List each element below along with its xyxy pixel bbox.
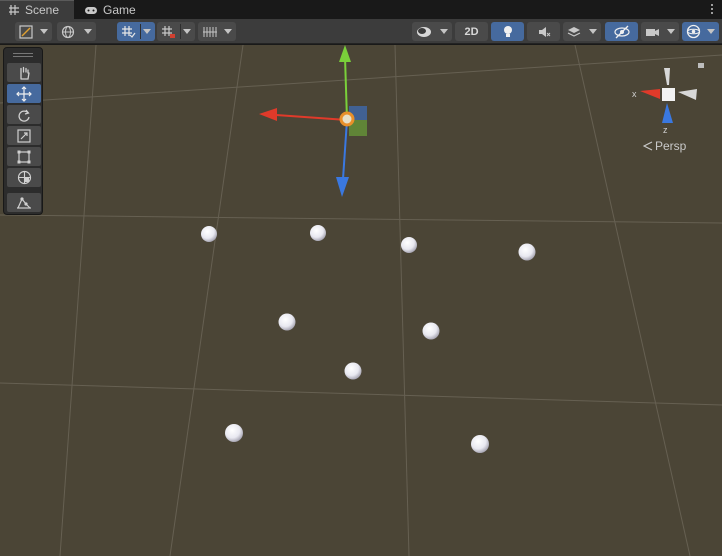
increment-snap-dropdown[interactable]: [157, 22, 195, 41]
grid-lines-icon: [203, 26, 217, 37]
sphere-8[interactable]: [225, 424, 243, 442]
rect-tool[interactable]: [7, 147, 41, 166]
custom-tool[interactable]: [7, 193, 41, 212]
tab-scene-label: Scene: [25, 3, 60, 17]
scene-toolbar: 2D: [0, 19, 722, 44]
chevron-down-icon: [707, 29, 715, 34]
custom-tool-icon: [17, 196, 31, 209]
grid-snapping-dropdown[interactable]: [117, 22, 155, 41]
render-mode-dropdown[interactable]: [412, 22, 452, 41]
rotate-icon: [18, 109, 30, 122]
chevron-down-icon: [440, 29, 448, 34]
eye-slash-icon: [613, 25, 630, 38]
grid-hash-icon: [9, 5, 19, 15]
chevron-down-icon: [667, 29, 675, 34]
gizmo-x-axis[interactable]: [275, 114, 348, 121]
chevron-down-icon: [143, 29, 151, 34]
gizmo-z-axis[interactable]: [342, 119, 348, 180]
gizmo-center[interactable]: [339, 111, 355, 127]
gizmo-up-cone[interactable]: [664, 68, 670, 85]
audio-toggle[interactable]: [527, 22, 560, 41]
sphere-9[interactable]: [471, 435, 489, 453]
window-tab-bar: Scene Game: [0, 0, 722, 19]
draw-mode-dropdown[interactable]: [15, 22, 52, 41]
rotate-tool[interactable]: [7, 105, 41, 124]
lighting-toggle[interactable]: [491, 22, 524, 41]
projection-toggle[interactable]: Persp: [643, 139, 686, 153]
divider: [180, 24, 181, 39]
shading-mode-icon: [19, 24, 33, 39]
mode-2d-label: 2D: [464, 25, 479, 38]
transform-icon: [17, 170, 31, 185]
sphere-6[interactable]: [422, 322, 440, 340]
sphere-4[interactable]: [518, 243, 536, 261]
gizmo-z-label: z: [663, 125, 668, 135]
speaker-icon: [538, 26, 550, 37]
gizmo-sphere-icon: [686, 24, 701, 39]
orientation-gizmo[interactable]: [640, 63, 704, 123]
sphere-3[interactable]: [401, 237, 417, 253]
sphere-5[interactable]: [278, 313, 296, 331]
more-options-icon[interactable]: [710, 3, 714, 15]
mode-2d-toggle[interactable]: 2D: [455, 22, 488, 41]
gizmo-z-arrow[interactable]: [336, 177, 349, 197]
gizmos-dropdown[interactable]: [682, 22, 719, 41]
chevron-down-icon: [84, 29, 92, 34]
gamepad-icon: [85, 6, 97, 14]
gizmo-left-cone[interactable]: [640, 89, 660, 99]
tab-game[interactable]: Game: [76, 0, 148, 19]
gizmo-center-cube[interactable]: [662, 88, 675, 101]
move-tool[interactable]: [7, 84, 41, 103]
hidden-objects-toggle[interactable]: [605, 22, 638, 41]
tab-game-label: Game: [103, 2, 136, 17]
chevron-down-icon: [224, 29, 232, 34]
gizmo-y-axis[interactable]: [344, 56, 348, 121]
increment-snap-icon: [162, 25, 175, 38]
chevron-down-icon: [589, 29, 597, 34]
tab-scene[interactable]: Scene: [0, 0, 74, 19]
lightbulb-icon: [503, 25, 512, 37]
gizmo-x-label: x: [632, 89, 637, 99]
transform-tool[interactable]: [7, 168, 41, 187]
palette-grip[interactable]: [13, 53, 33, 57]
hand-tool[interactable]: [7, 63, 41, 82]
divider: [140, 24, 141, 39]
camera-dropdown[interactable]: [641, 22, 679, 41]
chevron-down-icon: [40, 29, 48, 34]
gizmo-lock-icon[interactable]: [698, 63, 704, 68]
chevron-down-icon: [183, 29, 191, 34]
hand-icon: [20, 66, 30, 80]
move-gizmo[interactable]: [259, 45, 367, 197]
effects-layers-icon: [567, 26, 581, 37]
effects-dropdown[interactable]: [563, 22, 601, 41]
scale-tool[interactable]: [7, 126, 41, 145]
scene-objects: [201, 45, 704, 453]
grid-visibility-dropdown[interactable]: [198, 22, 236, 41]
gizmo-right-cone[interactable]: [678, 89, 697, 100]
tool-palette: [3, 47, 43, 215]
gizmo-x-arrow[interactable]: [259, 108, 277, 121]
perspective-icon: [643, 141, 653, 151]
gizmo-y-arrow[interactable]: [339, 45, 351, 62]
sphere-1[interactable]: [201, 226, 217, 242]
sphere-shading-icon: [417, 26, 431, 37]
grid-snap-icon: [122, 25, 136, 38]
global-local-dropdown[interactable]: [57, 22, 96, 41]
scene-viewport[interactable]: x z: [0, 45, 722, 556]
scale-icon: [17, 128, 31, 143]
gizmo-down-cone[interactable]: [662, 103, 673, 123]
move-arrows-icon: [16, 85, 32, 102]
camera-icon: [646, 28, 659, 36]
globe-icon: [61, 25, 75, 38]
projection-label: Persp: [655, 139, 687, 153]
sphere-7[interactable]: [344, 362, 362, 380]
rect-icon: [17, 150, 31, 163]
sphere-2[interactable]: [310, 225, 326, 241]
